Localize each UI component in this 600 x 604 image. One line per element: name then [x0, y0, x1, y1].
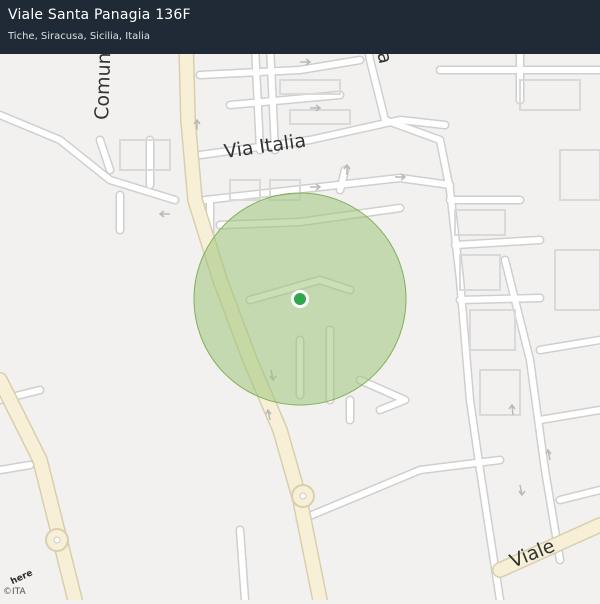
street-label-comuni: Comuni	[91, 47, 116, 120]
location-marker-dot[interactable]	[294, 293, 306, 305]
address-title: Viale Santa Panagia 136F	[8, 7, 191, 23]
address-subtitle: Tiche, Siracusa, Sicilia, Italia	[8, 31, 150, 42]
address-header: Viale Santa Panagia 136F Tiche, Siracusa…	[0, 0, 600, 54]
map-copyright: ©ITA	[3, 587, 26, 597]
here-logo-text: here	[9, 568, 34, 587]
map-view[interactable]: Comuni Irlanda Via Italia Viale	[0, 0, 600, 604]
